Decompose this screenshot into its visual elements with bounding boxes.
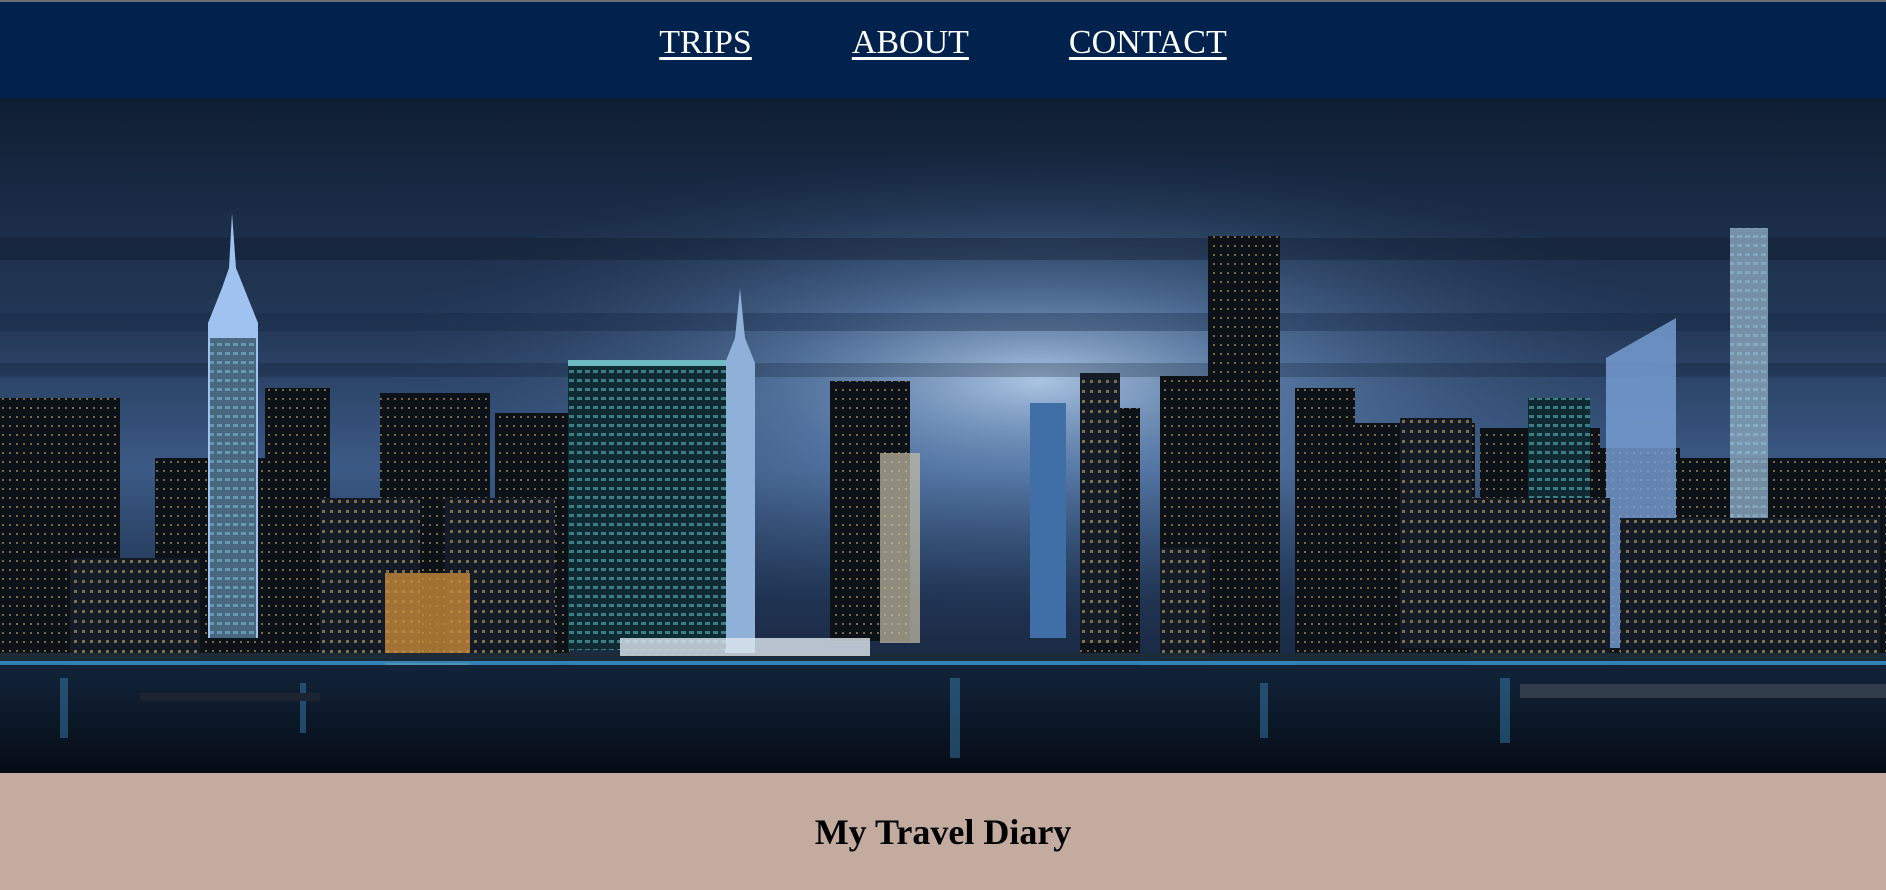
nav-link-about[interactable]: ABOUT (852, 23, 969, 63)
hero-skyline-image (0, 98, 1886, 773)
nav-link-trips[interactable]: TRIPS (659, 23, 752, 63)
top-navigation: TRIPS ABOUT CONTACT (0, 2, 1886, 98)
nav-link-contact[interactable]: CONTACT (1069, 23, 1227, 63)
site-title: My Travel Diary (814, 811, 1072, 852)
footer: My Travel Diary (0, 773, 1886, 890)
